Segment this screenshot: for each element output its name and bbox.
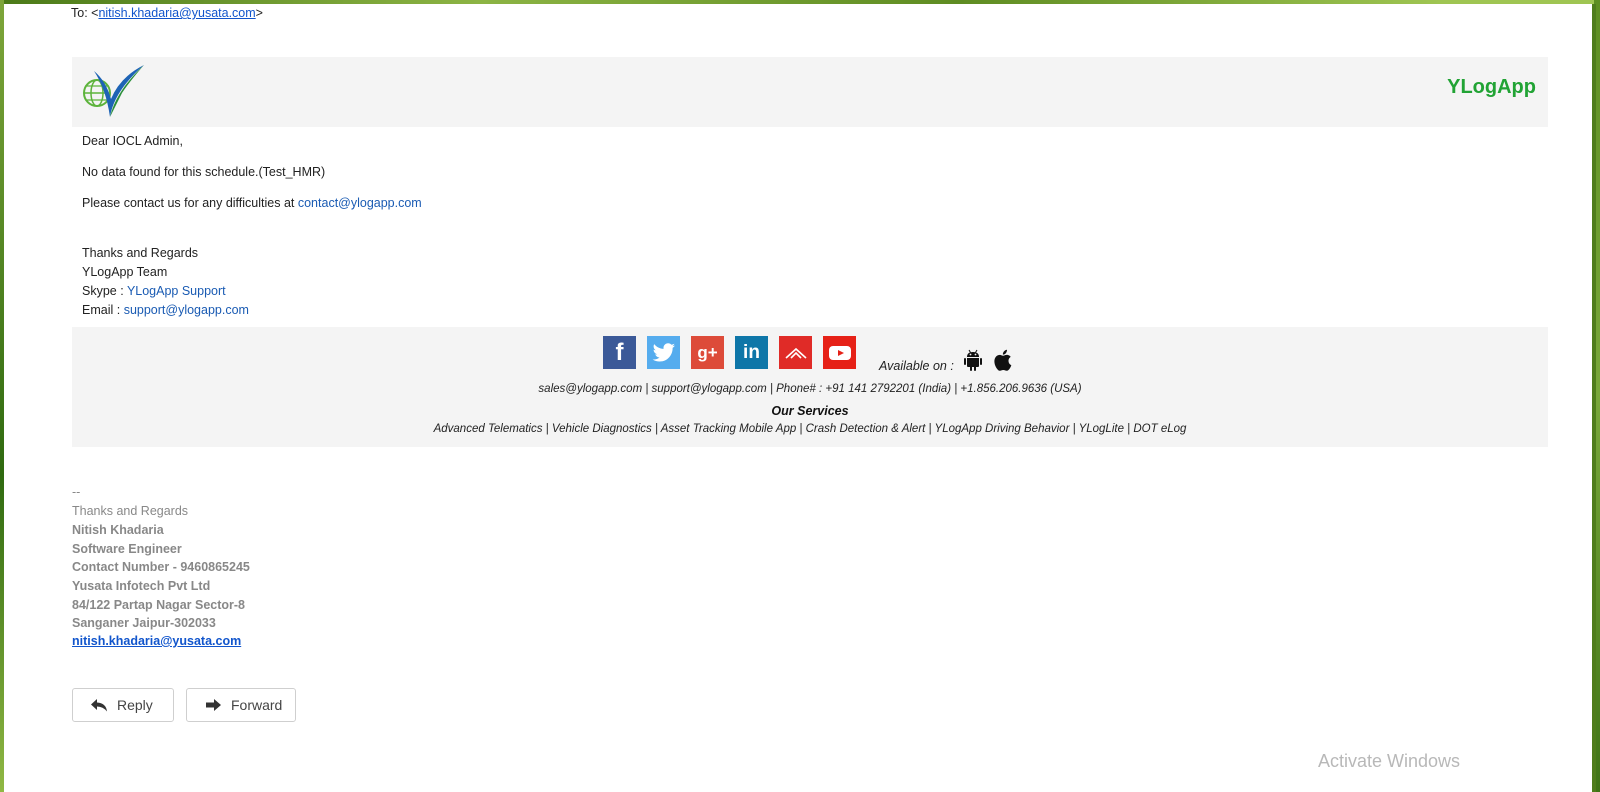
forward-button[interactable]: Forward — [186, 688, 296, 722]
greeting: Dear IOCL Admin, — [82, 134, 183, 148]
twitter-icon[interactable] — [647, 336, 680, 369]
reply-icon — [91, 699, 107, 712]
email-header-banner: YLogApp — [72, 57, 1548, 127]
signature-regards: Thanks and Regards — [72, 504, 189, 518]
support-email-label: Email : — [82, 303, 124, 317]
email-footer-banner: f g+ in Available on : sales@ylogapp.com… — [72, 327, 1548, 447]
social-icons-row: f g+ in — [603, 336, 867, 369]
android-icon[interactable] — [963, 349, 983, 371]
signature-phone: Contact Number - 9460865245 — [72, 560, 250, 574]
footer-contacts: sales@ylogapp.com | support@ylogapp.com … — [538, 383, 1082, 395]
google-plus-icon[interactable]: g+ — [691, 336, 724, 369]
youtube-icon[interactable] — [823, 336, 856, 369]
activate-windows-watermark: Activate Windows — [1318, 751, 1461, 771]
brand-name: YLogApp — [1447, 76, 1536, 98]
facebook-icon[interactable]: f — [603, 336, 636, 369]
forward-icon — [206, 699, 221, 711]
signature-email-link[interactable]: nitish.khadaria@yusata.com — [72, 634, 241, 648]
skype-label: Skype : — [82, 284, 127, 298]
skype-link[interactable]: YLogApp Support — [127, 284, 226, 298]
reply-label: Reply — [117, 697, 153, 713]
to-suffix: > — [255, 6, 263, 20]
to-address-link[interactable]: nitish.khadaria@yusata.com — [98, 6, 255, 20]
signature-name: Nitish Khadaria — [72, 523, 164, 537]
signature-dashes: -- — [72, 485, 81, 499]
signature-title: Software Engineer — [72, 542, 182, 556]
contact-prefix: Please contact us for any difficulties a… — [82, 196, 298, 210]
services-title: Our Services — [771, 404, 849, 418]
skype-line: Skype : YLogApp Support — [82, 284, 226, 298]
signature-address-line2: Sanganer Jaipur-302033 — [72, 616, 216, 630]
to-prefix: To: < — [71, 6, 99, 20]
reply-button[interactable]: Reply — [72, 688, 174, 722]
message-body: No data found for this schedule.(Test_HM… — [82, 165, 326, 179]
forward-label: Forward — [231, 697, 283, 713]
available-on-label: Available on : — [879, 359, 954, 373]
contact-line: Please contact us for any difficulties a… — [82, 196, 422, 210]
signature-company: Yusata Infotech Pvt Ltd — [72, 579, 211, 593]
linkedin-icon[interactable]: in — [735, 336, 768, 369]
closing-regards: Thanks and Regards — [82, 246, 199, 260]
apple-icon[interactable] — [992, 349, 1012, 371]
support-email-link[interactable]: support@ylogapp.com — [124, 303, 249, 317]
ylogapp-logo-icon — [83, 65, 144, 117]
signature-address-line1: 84/122 Partap Nagar Sector-8 — [72, 598, 246, 612]
team-name: YLogApp Team — [82, 265, 168, 279]
ylog-mountain-icon[interactable] — [779, 336, 812, 369]
support-email-line: Email : support@ylogapp.com — [82, 303, 249, 317]
contact-email-link[interactable]: contact@ylogapp.com — [298, 196, 422, 210]
services-list: Advanced Telematics | Vehicle Diagnostic… — [433, 423, 1187, 435]
to-line: To: <nitish.khadaria@yusata.com> — [71, 6, 263, 20]
